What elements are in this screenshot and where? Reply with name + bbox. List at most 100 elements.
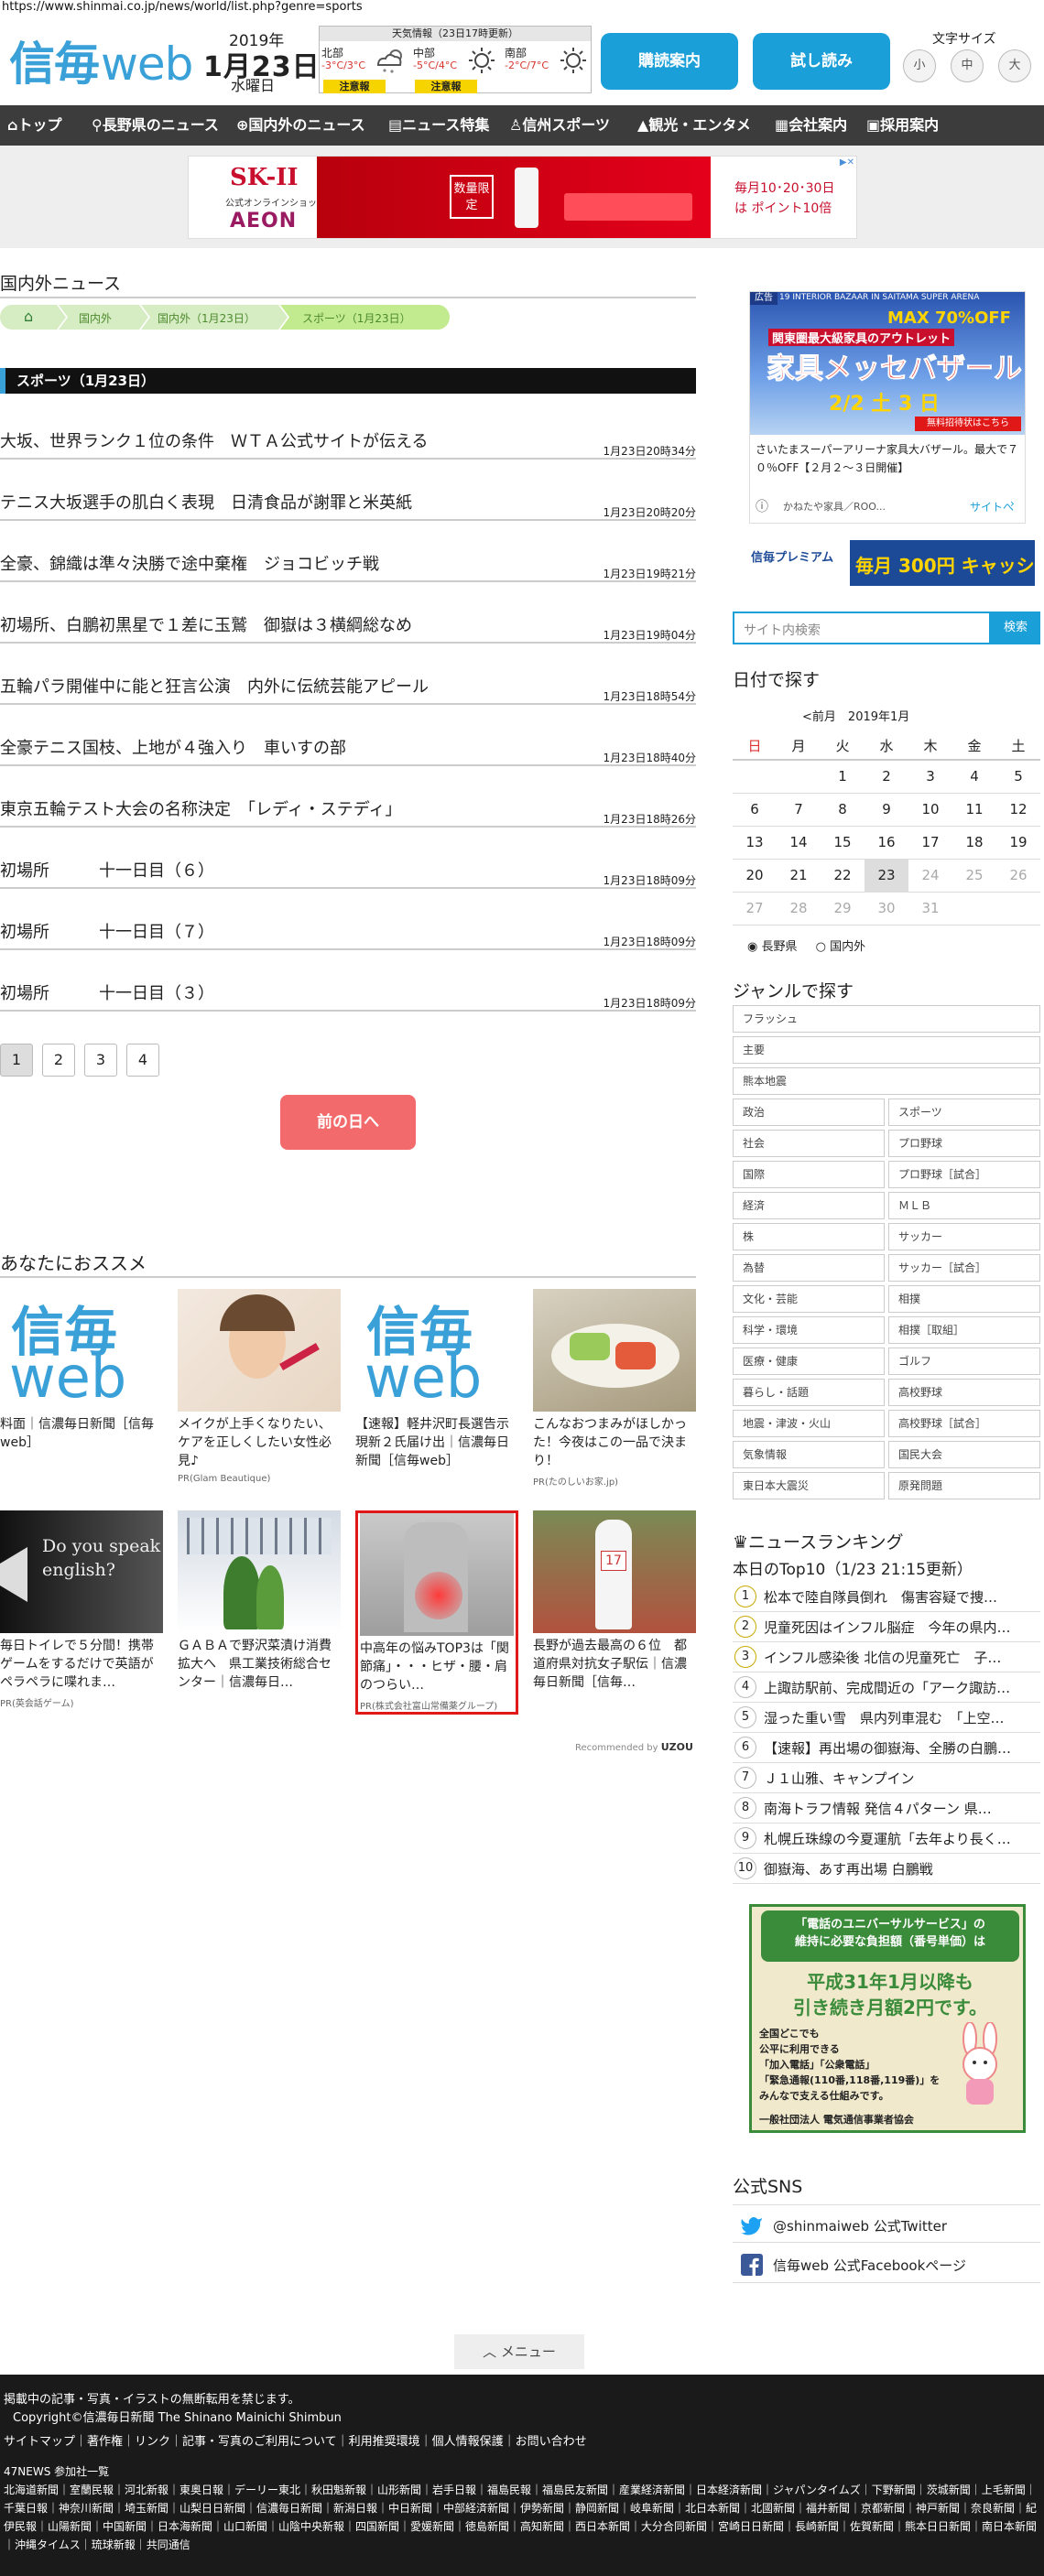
cal-day[interactable]: 6 xyxy=(733,793,777,827)
news-item[interactable]: 初場所 十一日目（３） 1月23日18時09分 xyxy=(0,975,696,1012)
genre-item[interactable]: 気象情報 xyxy=(733,1441,885,1468)
ranking-item[interactable]: 8 南海トラフ情報 発信４パターン 県… xyxy=(733,1793,1040,1824)
prev-month-link[interactable]: <前月 xyxy=(802,710,836,724)
search-button[interactable]: 検索 xyxy=(991,612,1040,644)
font-size-medium-button[interactable]: 中 xyxy=(951,49,984,82)
cal-day[interactable]: 10 xyxy=(908,793,952,827)
radio-world[interactable]: ○ 国内外 xyxy=(816,940,866,954)
cal-day[interactable]: 5 xyxy=(996,760,1040,794)
ad-banner-button[interactable]: 無料招待状はこちら xyxy=(915,417,1021,431)
genre-item[interactable]: サッカー xyxy=(888,1223,1040,1250)
nav-features[interactable]: ▤ニュース特集 xyxy=(388,105,489,146)
page-1-button[interactable]: 1 xyxy=(0,1044,33,1077)
cal-day[interactable]: 11 xyxy=(952,793,996,827)
recommend-card[interactable]: こんなおつまみがほしかった！今夜はこの一品で決まり！ PR(たのしいお家.jp) xyxy=(533,1289,696,1488)
prev-day-button[interactable]: 前の日へ xyxy=(280,1095,416,1150)
ranking-item[interactable]: 3 インフル感染後 北信の児童死亡 子… xyxy=(733,1642,1040,1672)
cal-day[interactable]: 19 xyxy=(996,826,1040,860)
footer-links[interactable]: サイトマップ｜著作権｜リンク｜記事・写真のご利用について｜利用推奨環境｜個人情報… xyxy=(4,2431,587,2449)
news-item[interactable]: 大坂、世界ランク１位の条件 ＷＴＡ公式サイトが伝える 1月23日20時34分 xyxy=(0,423,696,460)
genre-item[interactable]: 相撲 xyxy=(888,1285,1040,1313)
cal-day[interactable]: 2 xyxy=(865,760,908,794)
footer-network[interactable]: 47NEWS 参加社一覧 北海道新聞｜室蘭民報｜河北新報｜東奥日報｜デーリー東北｜… xyxy=(4,2462,1044,2554)
sidebar-ad-furniture[interactable]: 広告 19 INTERIOR BAZAAR IN SAITAMA SUPER A… xyxy=(749,291,1026,524)
trial-button[interactable]: 試し読み xyxy=(753,33,890,90)
genre-item[interactable]: 為替 xyxy=(733,1254,885,1282)
genre-item[interactable]: 主要 xyxy=(733,1036,1040,1064)
cal-day[interactable]: 8 xyxy=(821,793,865,827)
facebook-link[interactable]: 信毎web 公式Facebookページ xyxy=(733,2245,1040,2283)
genre-item[interactable]: 経済 xyxy=(733,1192,885,1219)
page-4-button[interactable]: 4 xyxy=(126,1044,159,1077)
home-icon[interactable]: ⌂ xyxy=(24,308,33,325)
genre-item[interactable]: 東日本大震災 xyxy=(733,1472,885,1499)
genre-item[interactable]: 文化・芸能 xyxy=(733,1285,885,1313)
recommend-card[interactable]: 信毎 web 料面｜信濃毎日新聞［信毎web］ xyxy=(0,1289,163,1472)
ad-close-icon[interactable]: ▶✕ xyxy=(840,157,854,168)
ranking-item[interactable]: 7 Ｊ１山雅、キャンプイン xyxy=(733,1763,1040,1793)
site-search-input[interactable]: サイト内検索 xyxy=(733,612,991,644)
cal-day[interactable]: 4 xyxy=(952,760,996,794)
ranking-item[interactable]: 4 上諏訪駅前、完成間近の「アーク諏訪… xyxy=(733,1672,1040,1703)
genre-item[interactable]: ゴルフ xyxy=(888,1348,1040,1375)
genre-item[interactable]: 相撲［取組］ xyxy=(888,1316,1040,1344)
cal-day[interactable]: 21 xyxy=(777,859,821,893)
footer-network-list[interactable]: 北海道新聞｜室蘭民報｜河北新報｜東奥日報｜デーリー東北｜秋田魁新報｜山形新聞｜岩… xyxy=(4,2481,1044,2554)
cal-day[interactable]: 17 xyxy=(908,826,952,860)
genre-item[interactable]: ＭＬＢ xyxy=(888,1192,1040,1219)
news-item[interactable]: 全豪、錦織は準々決勝で途中棄権 ジョコビッチ戦 1月23日19時21分 xyxy=(0,546,696,582)
genre-item[interactable]: 国民大会 xyxy=(888,1441,1040,1468)
ranking-item[interactable]: 5 湿った重い雪 県内列車混む 「上空… xyxy=(733,1703,1040,1733)
genre-item[interactable]: 原発問題 xyxy=(888,1472,1040,1499)
news-item[interactable]: 全豪テニス国枝、上地が４強入り 車いすの部 1月23日18時40分 xyxy=(0,730,696,766)
genre-item[interactable]: 株 xyxy=(733,1223,885,1250)
genre-item[interactable]: 科学・環境 xyxy=(733,1316,885,1344)
ranking-item[interactable]: 2 児童死因はインフル脳症 今年の県内… xyxy=(733,1612,1040,1642)
weather-alert-badge[interactable]: 注意報 xyxy=(415,80,477,93)
recommend-card[interactable]: 中高年の悩みTOP3は「関節痛」・・・ヒザ・腰・肩のつらい… PR(株式会社富山… xyxy=(355,1510,518,1715)
nav-world[interactable]: ⊕国内外のニュース xyxy=(236,105,365,146)
recommend-card[interactable]: 信毎 web 【速報】軽井沢町長選告示 現新２氏届け出｜信濃毎日新聞［信毎web… xyxy=(355,1289,518,1472)
cal-day[interactable]: 14 xyxy=(777,826,821,860)
ranking-item[interactable]: 6 【速報】再出場の御嶽海、全勝の白鵬… xyxy=(733,1733,1040,1763)
shinmai-premium-banner[interactable]: 信毎プレミアム 毎月 300円 キャッシュバック xyxy=(747,540,1035,586)
genre-item[interactable]: 国際 xyxy=(733,1161,885,1188)
nav-company[interactable]: ▦会社案内 xyxy=(775,105,847,146)
genre-item[interactable]: 地震・津波・火山 xyxy=(733,1410,885,1437)
genre-item[interactable]: 高校野球 xyxy=(888,1379,1040,1406)
cal-day[interactable]: 15 xyxy=(821,826,865,860)
footer-menu-toggle[interactable]: ︿ メニュー xyxy=(454,2334,584,2369)
genre-item[interactable]: 熊本地震 xyxy=(733,1067,1040,1095)
genre-item[interactable]: 高校野球［試合］ xyxy=(888,1410,1040,1437)
cal-day[interactable]: 16 xyxy=(865,826,908,860)
twitter-link[interactable]: @shinmaiweb 公式Twitter xyxy=(733,2204,1040,2243)
cal-day[interactable]: 1 xyxy=(821,760,865,794)
genre-item[interactable]: 暮らし・話題 xyxy=(733,1379,885,1406)
news-item[interactable]: テニス大坂選手の肌白く表現 日清食品が謝罪と米英紙 1月23日20時20分 xyxy=(0,484,696,521)
genre-item[interactable]: 医療・健康 xyxy=(733,1348,885,1375)
skii-ad-banner[interactable]: SK-II 公式オンラインショップ AEON 数量限定 毎月10･20･30日は… xyxy=(188,156,857,239)
weather-alert-badge[interactable]: 注意報 xyxy=(323,80,386,93)
cal-day[interactable]: 18 xyxy=(952,826,996,860)
ranking-item[interactable]: 1 松本で陸自隊員倒れ 傷害容疑で捜… xyxy=(733,1582,1040,1612)
site-logo[interactable]: 信毎web xyxy=(9,27,193,93)
universal-service-ad[interactable]: 「電話のユニバーサルサービス」の 維持に必要な負担額（番号単価）は 平成31年1月… xyxy=(749,1904,1026,2133)
ad-site-link[interactable]: サイトへ xyxy=(970,499,1014,514)
font-size-small-button[interactable]: 小 xyxy=(903,49,936,82)
page-3-button[interactable]: 3 xyxy=(84,1044,117,1077)
subscribe-button[interactable]: 購読案内 xyxy=(601,33,738,90)
ranking-item[interactable]: 10 御嶽海、あす再出場 白鵬戦 xyxy=(733,1854,1040,1884)
ranking-item[interactable]: 9 札幌丘珠線の今夏運航「去年より長く… xyxy=(733,1824,1040,1854)
nav-sports[interactable]: ♙信州スポーツ xyxy=(509,105,610,146)
cal-day[interactable]: 3 xyxy=(908,760,952,794)
news-item[interactable]: 東京五輪テスト大会の名称決定 「レディ・ステディ」 1月23日18時26分 xyxy=(0,791,696,828)
genre-item[interactable]: フラッシュ xyxy=(733,1005,1040,1033)
genre-item[interactable]: 政治 xyxy=(733,1099,885,1126)
genre-item[interactable]: 社会 xyxy=(733,1130,885,1157)
cal-day-today[interactable]: 23 xyxy=(865,859,908,893)
genre-item[interactable]: プロ野球［試合］ xyxy=(888,1161,1040,1188)
cal-day[interactable]: 9 xyxy=(865,793,908,827)
recommend-card[interactable]: メイクが上手くなりたい、ケアを正しくしたい女性必見♪ PR(Glam Beaut… xyxy=(178,1289,341,1484)
cal-day[interactable]: 22 xyxy=(821,859,865,893)
cal-day[interactable]: 13 xyxy=(733,826,777,860)
